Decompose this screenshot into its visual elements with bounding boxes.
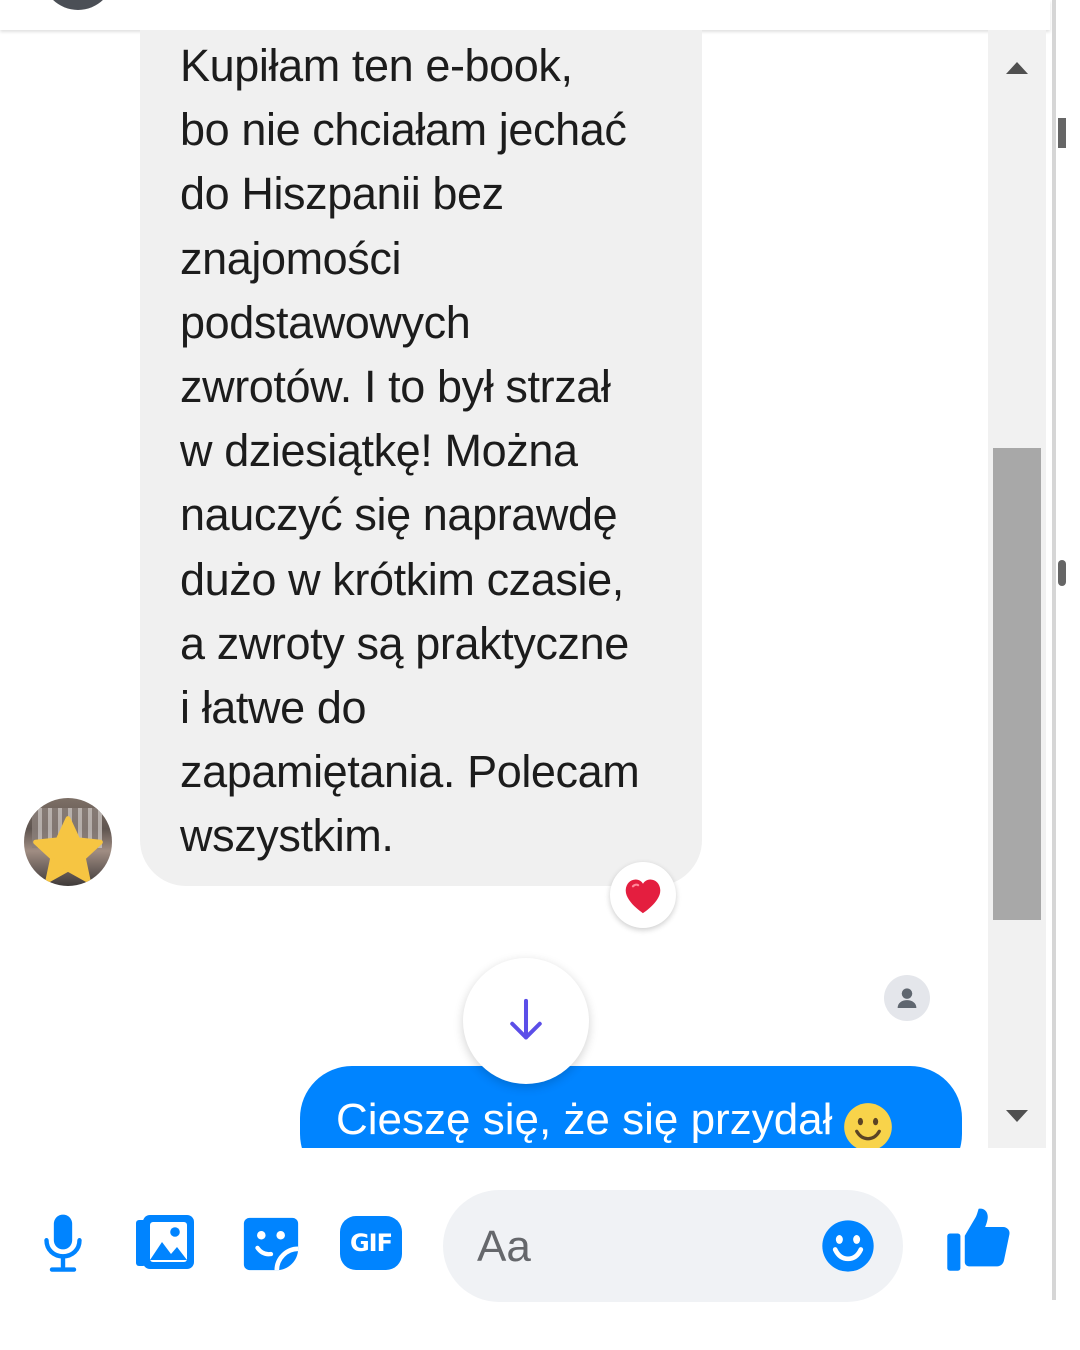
voice-clip-button[interactable] — [28, 1208, 98, 1278]
sticker-icon — [243, 1217, 299, 1271]
message-input[interactable] — [475, 1208, 809, 1286]
arrow-down-icon — [510, 998, 542, 1040]
thumbs-up-icon — [947, 1208, 1010, 1271]
chat-header — [0, 0, 1050, 30]
scroll-to-bottom-button[interactable] — [463, 958, 589, 1084]
attach-photo-button[interactable] — [130, 1208, 200, 1278]
message-composer: GIF — [0, 1148, 1050, 1302]
gif-label: GIF — [349, 1229, 393, 1257]
sender-avatar[interactable] — [24, 798, 112, 886]
seen-indicator-avatar — [884, 975, 930, 1021]
microphone-icon — [44, 1214, 82, 1272]
person-icon — [897, 988, 917, 1008]
outgoing-message-bubble[interactable]: Cieszę się, że się przydał — [300, 1066, 962, 1148]
scrollbar-thumb[interactable] — [993, 448, 1041, 920]
star-icon — [33, 816, 103, 883]
sticker-button[interactable] — [236, 1208, 306, 1278]
message-list[interactable]: Kupiłam ten e-book, bo nie chciałam jech… — [0, 30, 988, 1148]
scroll-up-button[interactable] — [988, 48, 1046, 88]
edge-mark — [1058, 118, 1066, 148]
scroll-down-button[interactable] — [988, 1096, 1046, 1136]
like-button[interactable] — [944, 1204, 1014, 1274]
photo-icon — [136, 1215, 194, 1269]
contact-avatar[interactable] — [42, 0, 114, 10]
smiley-icon — [822, 1220, 874, 1272]
messenger-chat-window: Kupiłam ten e-book, bo nie chciałam jech… — [0, 0, 1080, 1350]
side-panel-edge — [1058, 0, 1080, 1300]
outgoing-message-text: Cieszę się, że się przydał — [336, 1095, 833, 1144]
triangle-down-icon — [1006, 1110, 1028, 1122]
heart-reaction[interactable] — [610, 862, 676, 928]
gif-button[interactable]: GIF — [336, 1208, 406, 1278]
heart-icon — [625, 879, 661, 914]
edge-mark — [1058, 560, 1066, 586]
panel-divider — [1052, 0, 1056, 1300]
emoji-picker-button[interactable] — [818, 1216, 878, 1276]
message-input-wrapper[interactable] — [443, 1190, 903, 1302]
chat-scrollbar[interactable] — [988, 30, 1046, 1148]
triangle-up-icon — [1006, 62, 1028, 74]
incoming-message-text: Kupiłam ten e-book, bo nie chciałam jech… — [180, 40, 640, 862]
incoming-message-bubble[interactable]: Kupiłam ten e-book, bo nie chciałam jech… — [140, 30, 702, 886]
smiling-face-icon — [844, 1102, 893, 1148]
